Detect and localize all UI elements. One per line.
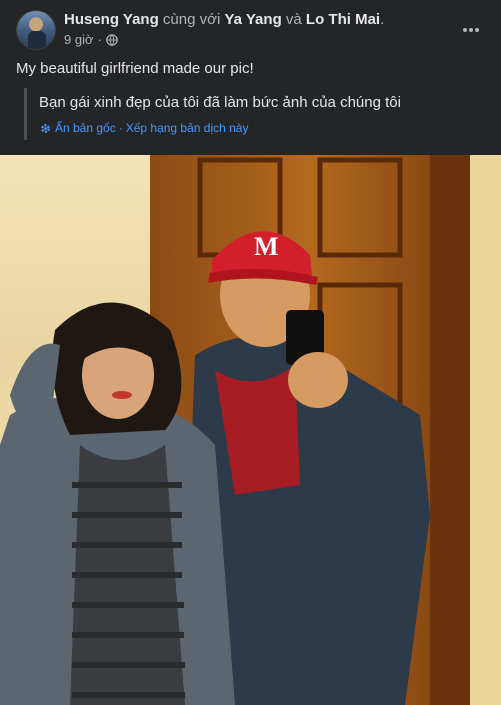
period-text: . [380, 11, 385, 28]
rate-translation-link[interactable]: Xếp hạng bản dịch này [126, 121, 249, 135]
translation-box: Bạn gái xinh đẹp của tôi đã làm bức ảnh … [24, 88, 484, 140]
translation-actions: Ẩn bản gốc · Xếp hạng bản dịch này [39, 121, 248, 135]
author-avatar[interactable] [16, 10, 56, 50]
post-message: My beautiful girlfriend made our pic! [16, 60, 254, 77]
translated-text: Bạn gái xinh đẹp của tôi đã làm bức ảnh … [39, 94, 401, 111]
post-author-line: Huseng Yang cùng với Ya Yang và Lo Thi M… [64, 11, 384, 28]
gear-icon[interactable] [39, 122, 52, 135]
author-name-link[interactable]: Huseng Yang [64, 11, 159, 28]
post-header: Huseng Yang cùng với Ya Yang và Lo Thi M… [0, 0, 501, 56]
actions-separator: · [118, 121, 123, 135]
couple-photo-image: M [0, 155, 501, 705]
post-meta: 9 giờ · [64, 32, 118, 47]
more-horizontal-icon [463, 28, 479, 32]
with-text: cùng với [162, 11, 221, 28]
post-photo[interactable]: M [0, 155, 501, 705]
globe-icon[interactable] [106, 33, 118, 46]
meta-dot: · [97, 32, 102, 47]
tagged-user-link-2[interactable]: Lo Thi Mai [306, 11, 380, 28]
more-options-button[interactable] [457, 16, 485, 44]
and-text: và [285, 11, 302, 28]
post-time-link[interactable]: 9 giờ [64, 32, 94, 47]
hide-original-link[interactable]: Ẩn bản gốc [55, 121, 116, 135]
svg-text:M: M [254, 232, 279, 261]
tagged-user-link-1[interactable]: Ya Yang [224, 11, 281, 28]
